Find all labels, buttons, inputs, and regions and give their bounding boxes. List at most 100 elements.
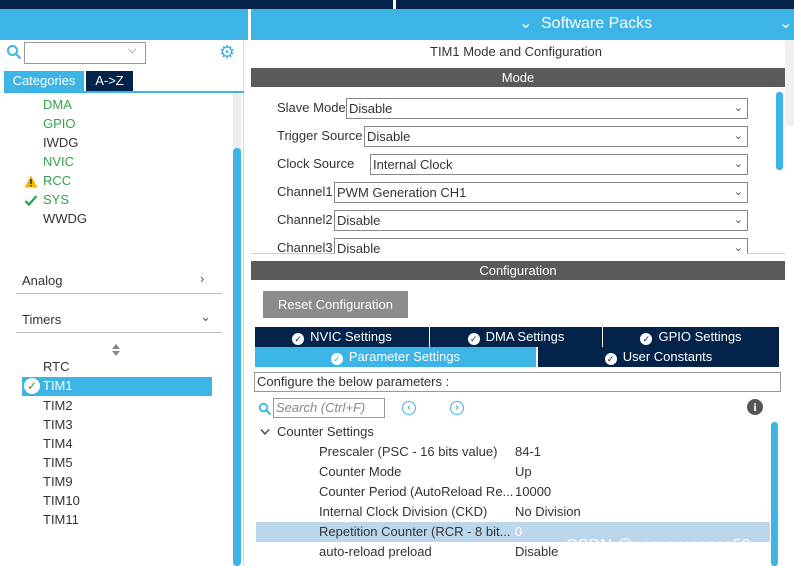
param-name: Counter Mode <box>319 464 402 479</box>
tree-item-tim10[interactable]: TIM10 <box>43 493 80 508</box>
channel2-value: Disable <box>337 213 381 228</box>
chevron-down-icon: ⌄ <box>519 15 533 32</box>
tab-gpio-settings[interactable]: ✓ GPIO Settings <box>603 327 779 347</box>
divider <box>16 332 222 333</box>
clock-source-value: Internal Clock <box>373 157 453 172</box>
chevron-down-icon: ⌄ <box>733 186 743 198</box>
tree-item-rtc[interactable]: RTC <box>43 359 69 374</box>
trigger-source-label: Trigger Source <box>277 128 363 143</box>
clock-source-select[interactable]: Internal Clock ⌄ <box>370 154 748 175</box>
categories-panel <box>0 40 244 566</box>
section-analog[interactable]: Analog <box>22 273 222 288</box>
chevron-down-icon[interactable]: ⌄ <box>779 13 792 33</box>
tree-item-wwdg[interactable]: WWDG <box>43 210 87 228</box>
clock-configuration-tab[interactable] <box>396 0 794 9</box>
param-row-clock-division[interactable]: Internal Clock Division (CKD) No Divisio… <box>256 502 770 522</box>
chevron-down-icon[interactable] <box>260 428 270 436</box>
channel2-select[interactable]: Disable ⌄ <box>334 210 748 231</box>
param-name: Internal Clock Division (CKD) <box>319 504 488 519</box>
tree-item-dma[interactable]: DMA <box>43 96 72 114</box>
mode-scrollbar-thumb[interactable] <box>776 92 783 170</box>
param-value[interactable]: Disable <box>515 542 558 562</box>
pinout-configuration-tab[interactable] <box>0 0 393 9</box>
slave-mode-select[interactable]: Disable ⌄ <box>346 98 748 119</box>
tab-user-constants[interactable]: ✓ User Constants <box>538 347 779 367</box>
channel1-select[interactable]: PWM Generation CH1 ⌄ <box>334 182 748 203</box>
clock-source-label: Clock Source <box>277 156 355 171</box>
tree-item-tim5[interactable]: TIM5 <box>43 455 73 470</box>
check-circle-icon: ✓ <box>24 378 40 394</box>
tree-item-gpio[interactable]: GPIO <box>43 115 76 133</box>
gear-icon[interactable]: ⚙ <box>219 42 239 62</box>
channel1-value: PWM Generation CH1 <box>337 185 467 200</box>
tab-label: DMA Settings <box>485 329 565 344</box>
tree-item-tim9[interactable]: TIM9 <box>43 474 73 489</box>
tree-item-tim11[interactable]: TIM11 <box>43 512 79 527</box>
mode-header: Mode <box>251 68 785 87</box>
left-scrollbar-thumb[interactable] <box>233 148 241 566</box>
trigger-source-select[interactable]: Disable ⌄ <box>364 126 748 147</box>
warning-icon <box>24 175 38 188</box>
chevron-down-icon: ⌄ <box>733 130 743 142</box>
param-row-counter-period[interactable]: Counter Period (AutoReload Re... 10000 <box>256 482 770 502</box>
page-title: TIM1 Mode and Configuration <box>430 44 602 59</box>
counter-settings-group[interactable]: Counter Settings <box>277 424 374 439</box>
channel3-value: Disable <box>337 241 381 254</box>
configuration-description: Configure the below parameters : <box>254 372 781 392</box>
configuration-scrollbar-thumb[interactable] <box>771 422 778 566</box>
channel2-label: Channel2 <box>277 212 333 227</box>
tab-a-z[interactable]: A->Z <box>86 71 133 91</box>
tab-categories[interactable]: Categories <box>4 71 84 91</box>
tree-item-rcc[interactable]: RCC <box>43 172 71 190</box>
channel1-label: Channel1 <box>277 184 333 199</box>
param-value[interactable]: 10000 <box>515 482 551 502</box>
slave-mode-value: Disable <box>349 101 393 116</box>
previous-result-icon[interactable]: ‹ <box>402 401 416 415</box>
chevron-down-icon: ⌄ <box>733 214 743 226</box>
check-icon <box>24 195 38 207</box>
slave-mode-label: Slave Mode <box>277 100 346 115</box>
param-name: Prescaler (PSC - 16 bits value) <box>319 444 498 459</box>
tree-item-tim1[interactable]: TIM1 <box>43 378 73 393</box>
left-toolbar-strip <box>0 9 248 40</box>
tree-item-nvic[interactable]: NVIC <box>43 153 74 171</box>
trigger-source-value: Disable <box>367 129 411 144</box>
tab-dma-settings[interactable]: ✓ DMA Settings <box>430 327 602 347</box>
param-value[interactable]: 0 <box>515 522 522 542</box>
param-value[interactable]: Up <box>515 462 532 482</box>
tab-label: GPIO Settings <box>658 329 742 344</box>
tab-nvic-settings[interactable]: ✓ NVIC Settings <box>255 327 429 347</box>
param-value[interactable]: 84-1 <box>515 442 541 462</box>
channel3-label: Channel3 <box>277 240 333 254</box>
tree-item-iwdg[interactable]: IWDG <box>43 134 78 152</box>
param-name: auto-reload preload <box>319 544 432 559</box>
tree-item-tim3[interactable]: TIM3 <box>43 417 73 432</box>
info-icon[interactable]: i <box>747 399 763 415</box>
section-timers[interactable]: Timers <box>22 312 222 327</box>
check-circle-icon: ✓ <box>604 353 617 365</box>
sort-icon[interactable] <box>111 344 121 356</box>
param-name: Counter Period (AutoReload Re... <box>319 484 514 499</box>
next-result-icon[interactable]: › <box>450 401 464 415</box>
chevron-down-icon[interactable]: ⌄ <box>200 309 211 325</box>
tree-item-tim2[interactable]: TIM2 <box>43 398 73 413</box>
param-row-counter-mode[interactable]: Counter Mode Up <box>256 462 770 482</box>
chevron-down-icon: ⌄ <box>733 158 743 170</box>
tab-parameter-settings[interactable]: ✓ Parameter Settings <box>255 347 536 367</box>
check-circle-icon: ✓ <box>330 353 343 365</box>
parameter-search-input[interactable]: Search (Ctrl+F) <box>273 398 385 418</box>
tree-item-tim4[interactable]: TIM4 <box>43 436 73 451</box>
chevron-down-icon[interactable]: ⌵ <box>128 44 142 60</box>
channel3-select[interactable]: Disable ⌄ <box>334 238 748 254</box>
reset-configuration-button[interactable]: Reset Configuration <box>263 291 408 318</box>
chevron-right-icon[interactable]: › <box>200 271 204 286</box>
divider <box>16 293 222 294</box>
check-circle-icon: ✓ <box>292 333 305 345</box>
software-packs-label: Software Packs <box>541 15 653 32</box>
tree-item-sys[interactable]: SYS <box>43 191 69 209</box>
tab-underline <box>4 91 244 93</box>
software-packs-bar[interactable]: ⌄ Software Packs ⌄ <box>251 9 794 40</box>
param-value[interactable]: No Division <box>515 502 581 522</box>
param-row-prescaler[interactable]: Prescaler (PSC - 16 bits value) 84-1 <box>256 442 770 462</box>
right-scrollbar-track[interactable] <box>785 40 794 126</box>
